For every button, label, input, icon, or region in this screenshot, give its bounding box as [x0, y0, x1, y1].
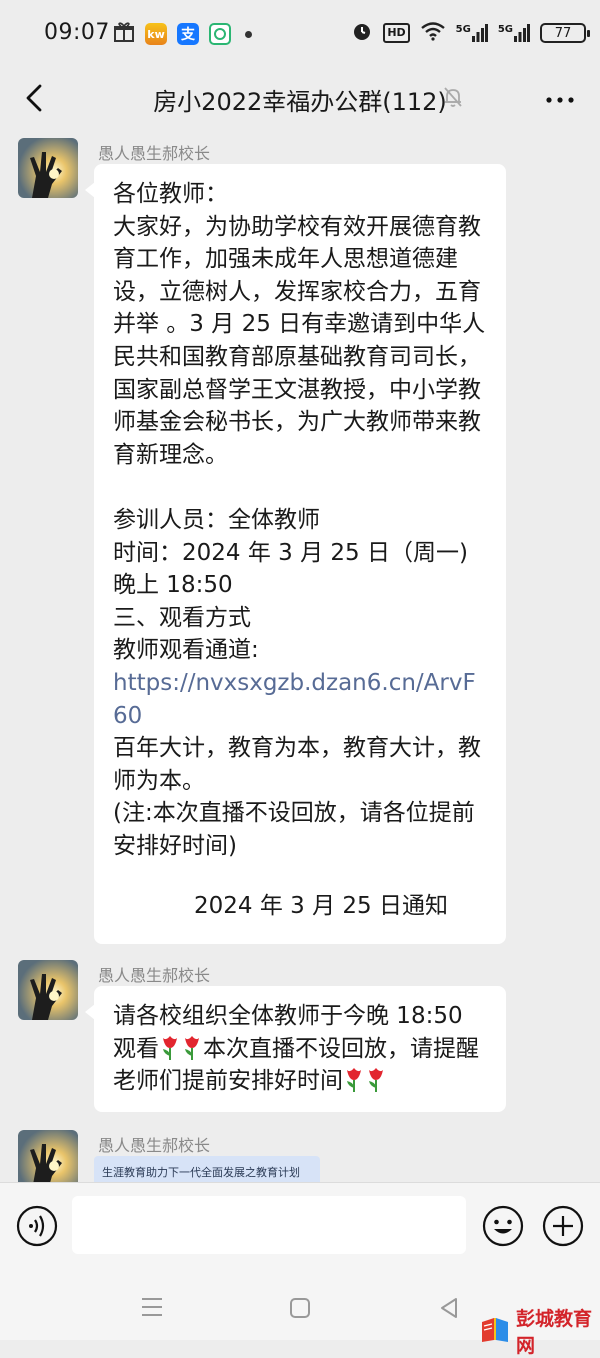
signal-5g-icon: 5G [456, 24, 488, 42]
avatar[interactable] [18, 1130, 78, 1182]
signal-5g-label-2: 5G [497, 24, 513, 35]
shared-card[interactable]: 生涯教育助力下一代全面发展之教育计划 [94, 1156, 320, 1182]
plus-icon[interactable] [542, 1205, 584, 1247]
message-text-continued: 百年大计，教育为本，教育大计，教师为本。 (注:本次直播不设回放，请各位提前安排… [113, 735, 481, 859]
sender-name: 愚人愚生郝校长 [98, 144, 211, 163]
tulip-emoji-icon [365, 1066, 387, 1093]
input-bar [0, 1182, 600, 1277]
chat-message-list[interactable]: 愚人愚生郝校长 各位教师： 大家好，为协助学校有效开展德育教育工作，加强未成年人… [0, 130, 600, 1182]
message-input[interactable] [72, 1196, 466, 1254]
tulip-emoji-icon [159, 1034, 181, 1060]
chat-header: 房小2022幸福办公群(112) [0, 68, 600, 130]
signal-5g-label: 5G [455, 24, 471, 35]
signal-5g-icon-2: 5G [498, 24, 530, 42]
bell-muted-icon [441, 85, 465, 109]
status-app-icons: kw 支 [113, 21, 252, 47]
wifi-icon [420, 21, 446, 45]
voice-icon[interactable] [16, 1205, 58, 1247]
books-logo-icon [480, 1314, 510, 1348]
back-arrow-icon[interactable] [18, 80, 54, 116]
battery-icon: 77 [540, 23, 590, 43]
tulip-emoji-icon [181, 1034, 203, 1060]
watermark-text: 彭城教育网 [516, 1308, 593, 1357]
card-title: 生涯教育助力下一代全面发展之教育计划 [102, 1166, 300, 1179]
chat-app-icon [209, 23, 231, 45]
kw-app-icon: kw [145, 23, 167, 45]
alipay-icon: 支 [177, 23, 199, 45]
gift-icon [113, 21, 135, 47]
status-time: 09:07 [44, 20, 110, 45]
message-text: 各位教师： 大家好，为协助学校有效开展德育教育工作，加强未成年人思想道德建设，立… [113, 181, 486, 664]
alarm-icon [351, 20, 373, 46]
message-link[interactable]: https://nvxsxgzb.dzan6.cn/ArvF60 [113, 667, 488, 732]
chat-title[interactable]: 房小2022幸福办公群(112) [100, 82, 500, 117]
home-icon[interactable] [287, 1295, 313, 1321]
avatar[interactable] [18, 960, 78, 1020]
sender-name: 愚人愚生郝校长 [98, 966, 211, 985]
back-triangle-icon[interactable] [436, 1294, 462, 1322]
more-dots-icon[interactable] [542, 82, 578, 118]
sender-name: 愚人愚生郝校长 [98, 1136, 211, 1155]
emoji-icon[interactable] [482, 1205, 524, 1247]
tulip-emoji-icon [343, 1066, 365, 1093]
notification-dot-icon [245, 30, 252, 38]
menu-icon[interactable] [138, 1294, 166, 1320]
hd-icon: HD [383, 23, 410, 43]
avatar[interactable] [18, 138, 78, 198]
message-signature: 2024 年 3 月 25 日通知 [194, 893, 448, 920]
message-bubble[interactable]: 请各校组织全体教师于今晚 18:50 观看 本次直播不设回放，请提醒老师们提前安排… [85, 986, 506, 1112]
watermark: 彭城教育网 [480, 1304, 600, 1358]
message-bubble[interactable]: 各位教师： 大家好，为协助学校有效开展德育教育工作，加强未成年人思想道德建设，立… [85, 164, 506, 944]
status-bar: 09:07 kw 支 HD 5G 5G 77 [0, 0, 600, 68]
status-indicators: HD 5G 5G 77 [351, 20, 590, 46]
